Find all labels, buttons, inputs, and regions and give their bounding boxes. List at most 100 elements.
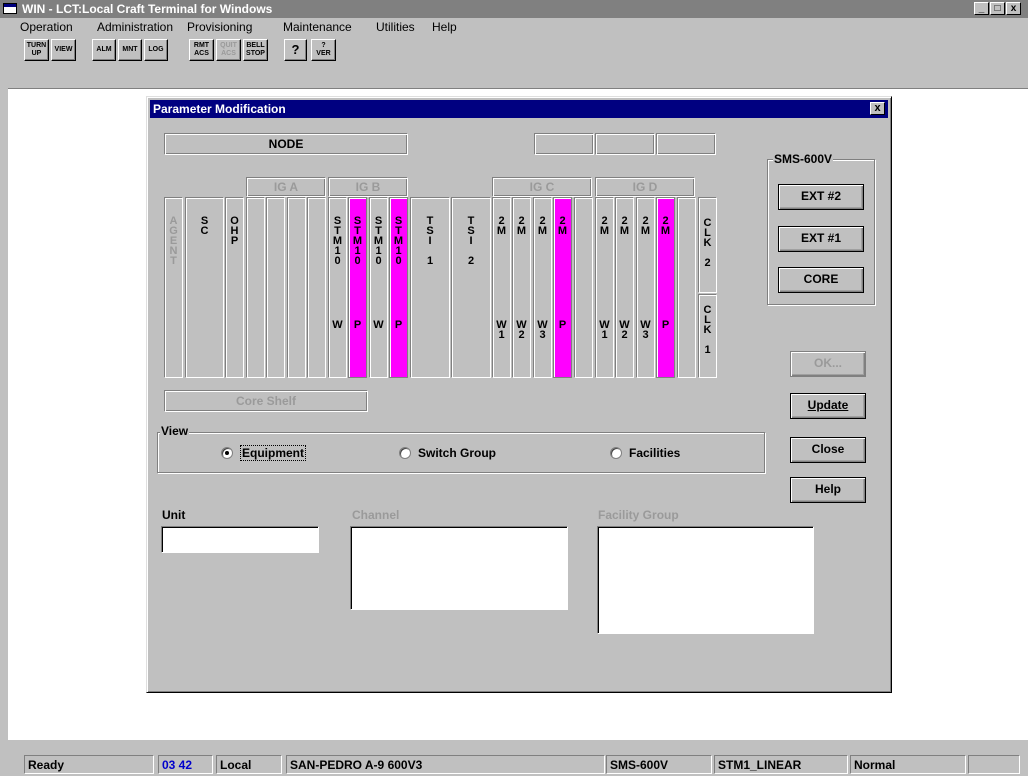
slot-12[interactable]: T S I 1 [410,197,450,378]
slot-3[interactable]: O H P [225,197,244,378]
slot-6[interactable] [287,197,306,378]
status-time: 03 42 [158,755,213,774]
channel-label: Channel [352,508,400,522]
slot-role: W 1 [496,319,507,341]
ext-1-button[interactable]: EXT #1 [778,226,864,252]
dialog-titlebar: Parameter Modification x [150,100,888,118]
unit-label: Unit [162,508,186,522]
node-label: NODE [164,133,408,155]
dialog-title: Parameter Modification [153,102,286,116]
slot-label: S C [200,215,209,237]
maintenance-button[interactable]: MNT [118,39,142,61]
facilities-label[interactable]: Facilities [629,446,680,460]
switch-group-label[interactable]: Switch Group [418,446,496,460]
menu-operation[interactable]: Operation [20,20,73,34]
equipment-radio[interactable] [221,447,233,459]
menu-provisioning[interactable]: Provisioning [187,20,252,34]
facilities-radio[interactable] [610,447,622,459]
bell-stop-button[interactable]: BELL STOP [243,39,268,61]
slot-label: A G E N T [169,215,178,267]
group-ig-c: IG C [492,177,592,197]
status-extra [968,755,1020,774]
help-button[interactable]: Help [790,477,866,503]
menu-administration[interactable]: Administration [97,20,173,34]
menu-maintenance[interactable]: Maintenance [283,20,352,34]
menu-help[interactable]: Help [432,20,457,34]
channel-list[interactable] [350,526,568,610]
slot-21[interactable]: 2 M W 3 [636,197,655,378]
node-info-box-1 [534,133,594,155]
close-window-button[interactable]: x [1006,2,1021,15]
dialog-close-icon[interactable]: x [870,102,885,115]
switch-group-radio[interactable] [399,447,411,459]
slot-role: W 3 [537,319,548,341]
slot-label: O H P [230,215,239,247]
view-button[interactable]: VIEW [51,39,76,61]
slot-9[interactable]: S T M 1 0 P [348,197,367,378]
slot-23[interactable] [677,197,696,378]
slot-15[interactable]: 2 M W 2 [512,197,531,378]
clock-2-slot[interactable]: C L K 2 [698,197,717,293]
slot-8[interactable]: S T M 1 0 W [328,197,347,378]
parameter-modification-dialog: Parameter Modification x NODE IG A IG B … [146,96,892,693]
slot-17[interactable]: 2 M P [553,197,572,378]
clock-1-slot[interactable]: C L K 1 [698,294,717,378]
version-button[interactable]: ? VER [311,39,336,61]
status-system: SMS-600V [606,755,712,774]
slot-2[interactable]: S C [185,197,224,378]
group-ig-a: IG A [246,177,326,197]
menu-bar: Operation Administration Provisioning Ma… [0,18,1028,36]
slot-label: S T M 1 0 [332,215,343,267]
slot-7[interactable] [307,197,326,378]
menu-utilities[interactable]: Utilities [376,20,415,34]
slot-1[interactable]: A G E N T [164,197,183,378]
close-button[interactable]: Close [790,437,866,463]
app-window-icon[interactable] [3,3,17,14]
facility-group-label: Facility Group [598,508,679,522]
group-ig-d: IG D [595,177,695,197]
slot-label: T S I 2 [467,215,475,267]
slot-label: 2 M [619,215,630,237]
slot-19[interactable]: 2 M W 1 [595,197,614,378]
slot-label: S T M 1 0 [352,215,363,267]
turn-up-button[interactable]: TURN UP [24,39,49,61]
alarm-button[interactable]: ALM [92,39,116,61]
slot-18[interactable] [574,197,593,378]
update-button[interactable]: Update [790,393,866,419]
slot-13[interactable]: T S I 2 [451,197,491,378]
ext-2-button[interactable]: EXT #2 [778,184,864,210]
slot-16[interactable]: 2 M W 3 [533,197,552,378]
help-question-icon[interactable]: ? [284,39,307,61]
slot-role: W 1 [599,319,610,341]
status-node: SAN-PEDRO A-9 600V3 [286,755,605,774]
minimize-button[interactable]: _ [974,2,989,15]
slot-role: P [353,319,362,331]
slot-role: W [373,319,384,331]
slot-label: 2 M [557,215,568,237]
slot-22[interactable]: 2 M P [656,197,675,378]
unit-input[interactable] [161,526,319,553]
equipment-label[interactable]: Equipment [240,445,306,461]
slot-role: W 2 [516,319,527,341]
slot-label: S T M 1 0 [373,215,384,267]
slot-role: W 2 [619,319,630,341]
slot-5[interactable] [266,197,285,378]
slot-label: 2 M [599,215,610,237]
slot-4[interactable] [246,197,265,378]
slot-11[interactable]: S T M 1 0 P [389,197,408,378]
facility-group-list[interactable] [597,526,814,634]
slot-20[interactable]: 2 M W 2 [615,197,634,378]
core-button[interactable]: CORE [778,267,864,293]
slot-role: P [394,319,403,331]
status-config: STM1_LINEAR [714,755,848,774]
slot-10[interactable]: S T M 1 0 W [369,197,388,378]
remote-access-button[interactable]: RMT ACS [189,39,214,61]
slot-14[interactable]: 2 M W 1 [492,197,511,378]
slot-label: 2 M [537,215,548,237]
maximize-button[interactable]: □ [990,2,1005,15]
log-button[interactable]: LOG [144,39,168,61]
node-info-box-3 [656,133,716,155]
node-info-box-2 [595,133,655,155]
slot-label: 2 M [660,215,671,237]
status-bar: Ready 03 42 Local SAN-PEDRO A-9 600V3 SM… [0,752,1028,776]
